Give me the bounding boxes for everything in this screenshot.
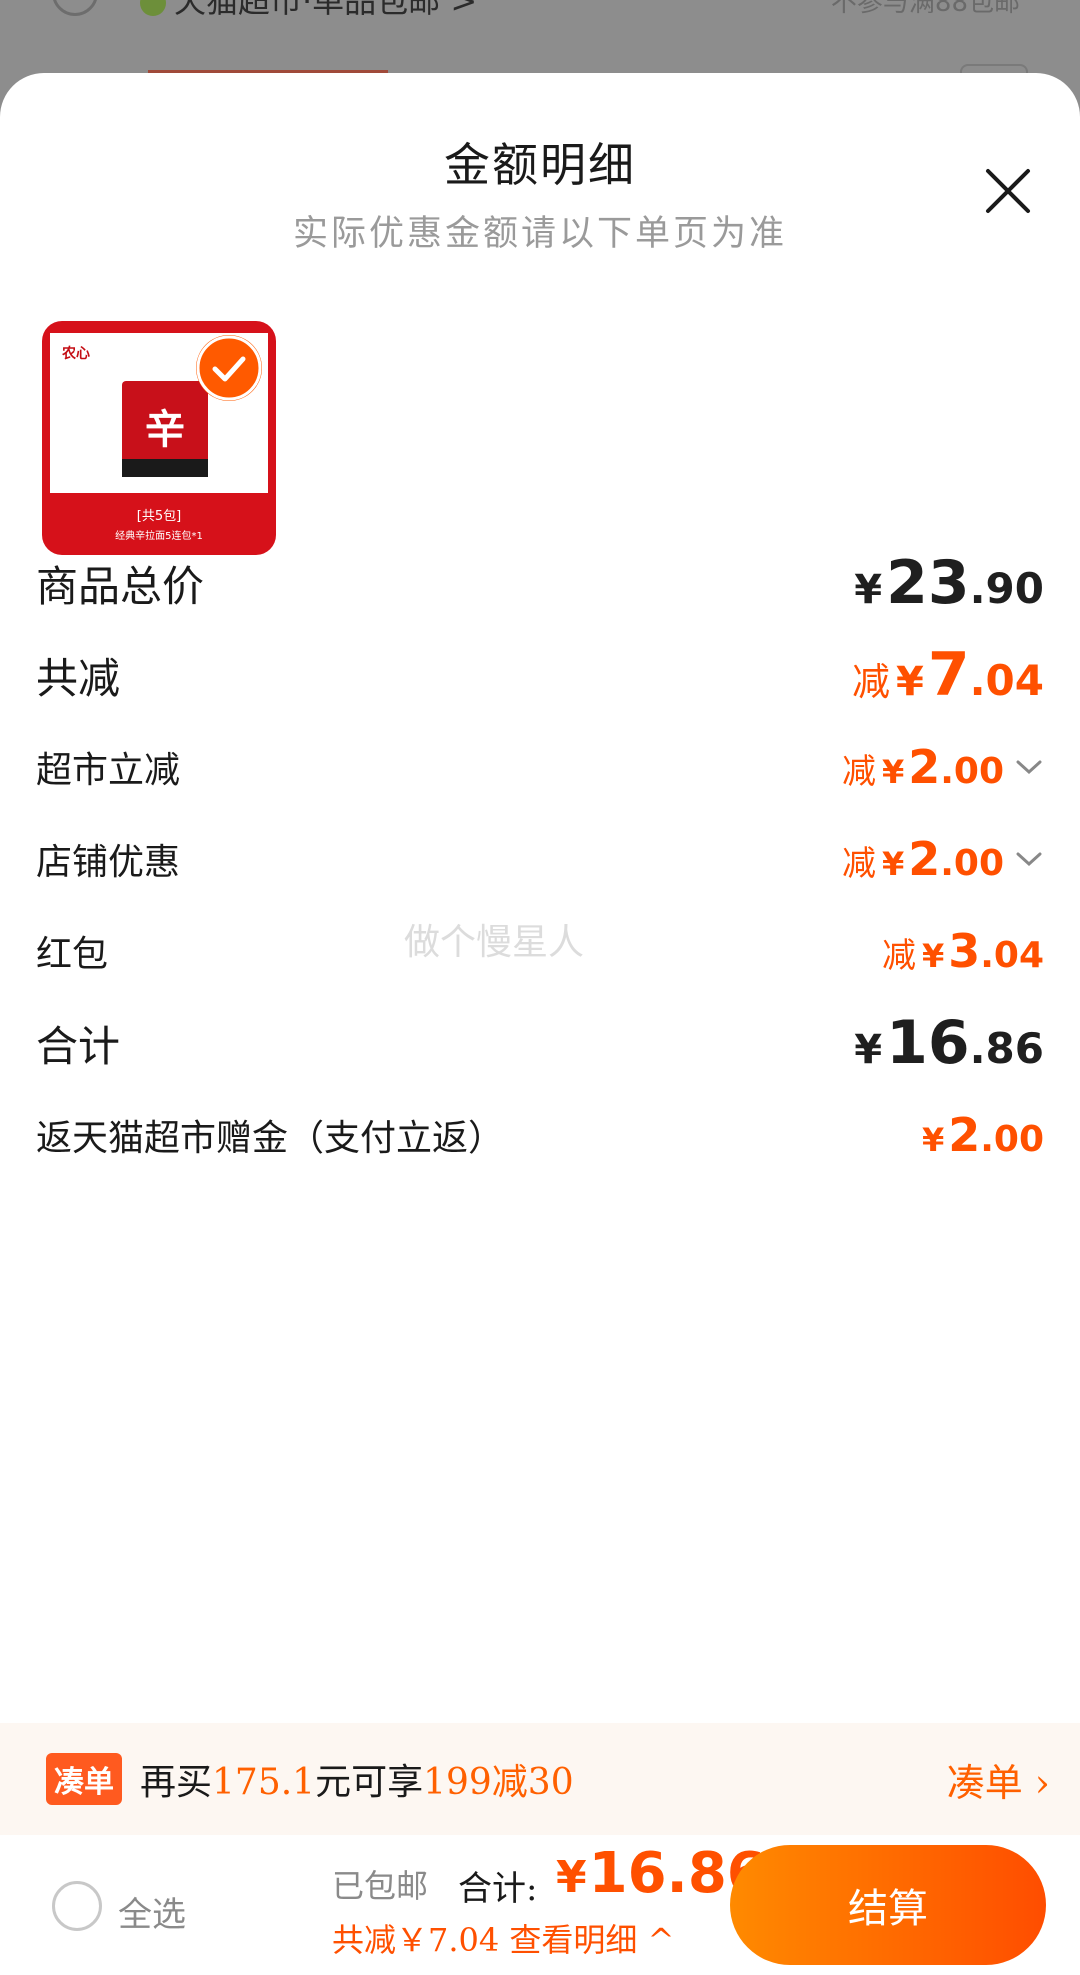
value-decimal: .00 bbox=[980, 1119, 1044, 1160]
chevron-right-icon: › bbox=[1034, 1760, 1050, 1805]
promo-amount: 175.1 bbox=[212, 1762, 316, 1803]
value-currency: ¥ bbox=[881, 845, 905, 883]
promo-deal: 199减30 bbox=[423, 1762, 574, 1803]
value-prefix: 减 bbox=[841, 752, 876, 792]
select-all-radio[interactable] bbox=[52, 1881, 102, 1931]
selected-check-icon[interactable] bbox=[196, 335, 262, 401]
product-caption-sub: 经典辛拉面5连包*1 bbox=[115, 531, 203, 542]
amount-detail-sheet: 金额明细 实际优惠金额请以下单页为准 农心 辛 [共5包] 经典辛拉面5连包*1… bbox=[0, 73, 1080, 1975]
breakdown-row[interactable]: 超市立减 减 ¥2.00 bbox=[36, 727, 1044, 807]
value-currency: ¥ bbox=[896, 659, 924, 705]
add-on-link-label: 凑单 bbox=[946, 1760, 1023, 1805]
breakdown-row: 合计 ¥16.86 bbox=[36, 1003, 1044, 1083]
breakdown-value: 减 ¥7.04 bbox=[852, 640, 1044, 710]
value-integer: 3 bbox=[948, 924, 981, 978]
value-currency: ¥ bbox=[854, 567, 883, 613]
value-integer: 16 bbox=[886, 1008, 970, 1078]
chevron-down-icon[interactable] bbox=[1014, 849, 1044, 869]
value-currency: ¥ bbox=[854, 1027, 883, 1073]
background-shop-radio bbox=[52, 0, 98, 16]
checkout-bar: 全选 已包邮 合计: ¥16.86 共减￥7.04 查看明细 ^ 结算 bbox=[0, 1835, 1080, 1975]
value-integer: 2 bbox=[908, 832, 941, 886]
shop-logo-icon bbox=[140, 0, 166, 16]
product-brand: 农心 bbox=[62, 346, 90, 362]
breakdown-value: ¥23.90 bbox=[848, 548, 1044, 618]
breakdown-label: 商品总价 bbox=[36, 561, 205, 611]
value-integer: 2 bbox=[948, 1108, 981, 1162]
chevron-up-icon: ^ bbox=[647, 1921, 675, 1959]
breakdown-label: 合计 bbox=[36, 1021, 121, 1071]
breakdown-row[interactable]: 店铺优惠 减 ¥2.00 bbox=[36, 819, 1044, 899]
close-icon[interactable] bbox=[980, 163, 1036, 219]
value-currency: ¥ bbox=[881, 753, 905, 791]
value-decimal: .00 bbox=[940, 843, 1004, 884]
total-label: 合计: bbox=[458, 1869, 538, 1909]
value-decimal: .04 bbox=[980, 935, 1044, 976]
value-decimal: .90 bbox=[969, 564, 1044, 613]
pack-band bbox=[122, 459, 208, 477]
checkout-button[interactable]: 结算 bbox=[730, 1845, 1046, 1965]
promo-text-a: 再买 bbox=[140, 1762, 213, 1803]
breakdown-row: 返天猫超市赠金（支付立返） ¥2.00 bbox=[36, 1095, 1044, 1175]
value-decimal: .86 bbox=[969, 1024, 1044, 1073]
breakdown-label: 共减 bbox=[36, 653, 121, 703]
breakdown-label: 超市立减 bbox=[36, 750, 181, 791]
value-decimal: .04 bbox=[969, 656, 1044, 705]
breakdown-label: 返天猫超市赠金（支付立返） bbox=[36, 1118, 505, 1159]
add-on-promo-bar: 凑单 再买175.1元可享199减30 凑单 › bbox=[0, 1723, 1080, 1835]
add-on-link[interactable]: 凑单 › bbox=[947, 1752, 1050, 1807]
breakdown-row: 共减 减 ¥7.04 bbox=[36, 635, 1044, 715]
value-decimal: .00 bbox=[940, 751, 1004, 792]
breakdown-value: 减 ¥3.04 bbox=[882, 924, 1044, 978]
promo-tag: 凑单 bbox=[46, 1753, 122, 1805]
value-integer: 7 bbox=[927, 640, 970, 710]
sheet-title: 金额明细 bbox=[444, 138, 636, 192]
sheet-subtitle: 实际优惠金额请以下单页为准 bbox=[292, 214, 787, 254]
select-all-label[interactable]: 全选 bbox=[118, 1887, 186, 1936]
background-shop-note: 不参与满88包邮 bbox=[830, 0, 1020, 18]
value-integer: 2 bbox=[908, 740, 941, 794]
breakdown-value: ¥2.00 bbox=[916, 1108, 1044, 1162]
breakdown-value: 减 ¥2.00 bbox=[842, 740, 1044, 794]
view-detail-link[interactable]: 共减￥7.04 查看明细 ^ bbox=[332, 1915, 674, 1961]
discount-detail-text: 共减￥7.04 查看明细 bbox=[332, 1921, 638, 1959]
total-yen: ¥ bbox=[556, 1852, 587, 1903]
shipping-status: 已包邮 bbox=[332, 1867, 429, 1905]
value-prefix: 减 bbox=[851, 660, 890, 704]
product-glyph: 辛 bbox=[145, 406, 185, 453]
background-shop-name: 天猫超市·单品包邮 > bbox=[140, 0, 477, 22]
product-caption: [共5包] bbox=[136, 509, 182, 524]
breakdown-value: ¥16.86 bbox=[848, 1008, 1044, 1078]
breakdown-row: 商品总价 ¥23.90 bbox=[36, 543, 1044, 623]
breakdown-label: 红包 bbox=[36, 934, 109, 975]
value-currency: ¥ bbox=[921, 1121, 945, 1159]
value-prefix: 减 bbox=[841, 844, 876, 884]
breakdown-value: 减 ¥2.00 bbox=[842, 832, 1044, 886]
promo-text: 再买175.1元可享199减30 bbox=[140, 1753, 574, 1805]
breakdown-label: 店铺优惠 bbox=[36, 842, 181, 883]
promo-text-b: 元可享 bbox=[315, 1762, 424, 1803]
value-currency: ¥ bbox=[921, 937, 945, 975]
value-prefix: 减 bbox=[881, 936, 916, 976]
watermark-text: 做个慢星人 bbox=[404, 922, 585, 963]
noodle-pack-image: 辛 bbox=[122, 381, 208, 477]
value-integer: 23 bbox=[886, 548, 970, 618]
chevron-down-icon[interactable] bbox=[1014, 757, 1044, 777]
